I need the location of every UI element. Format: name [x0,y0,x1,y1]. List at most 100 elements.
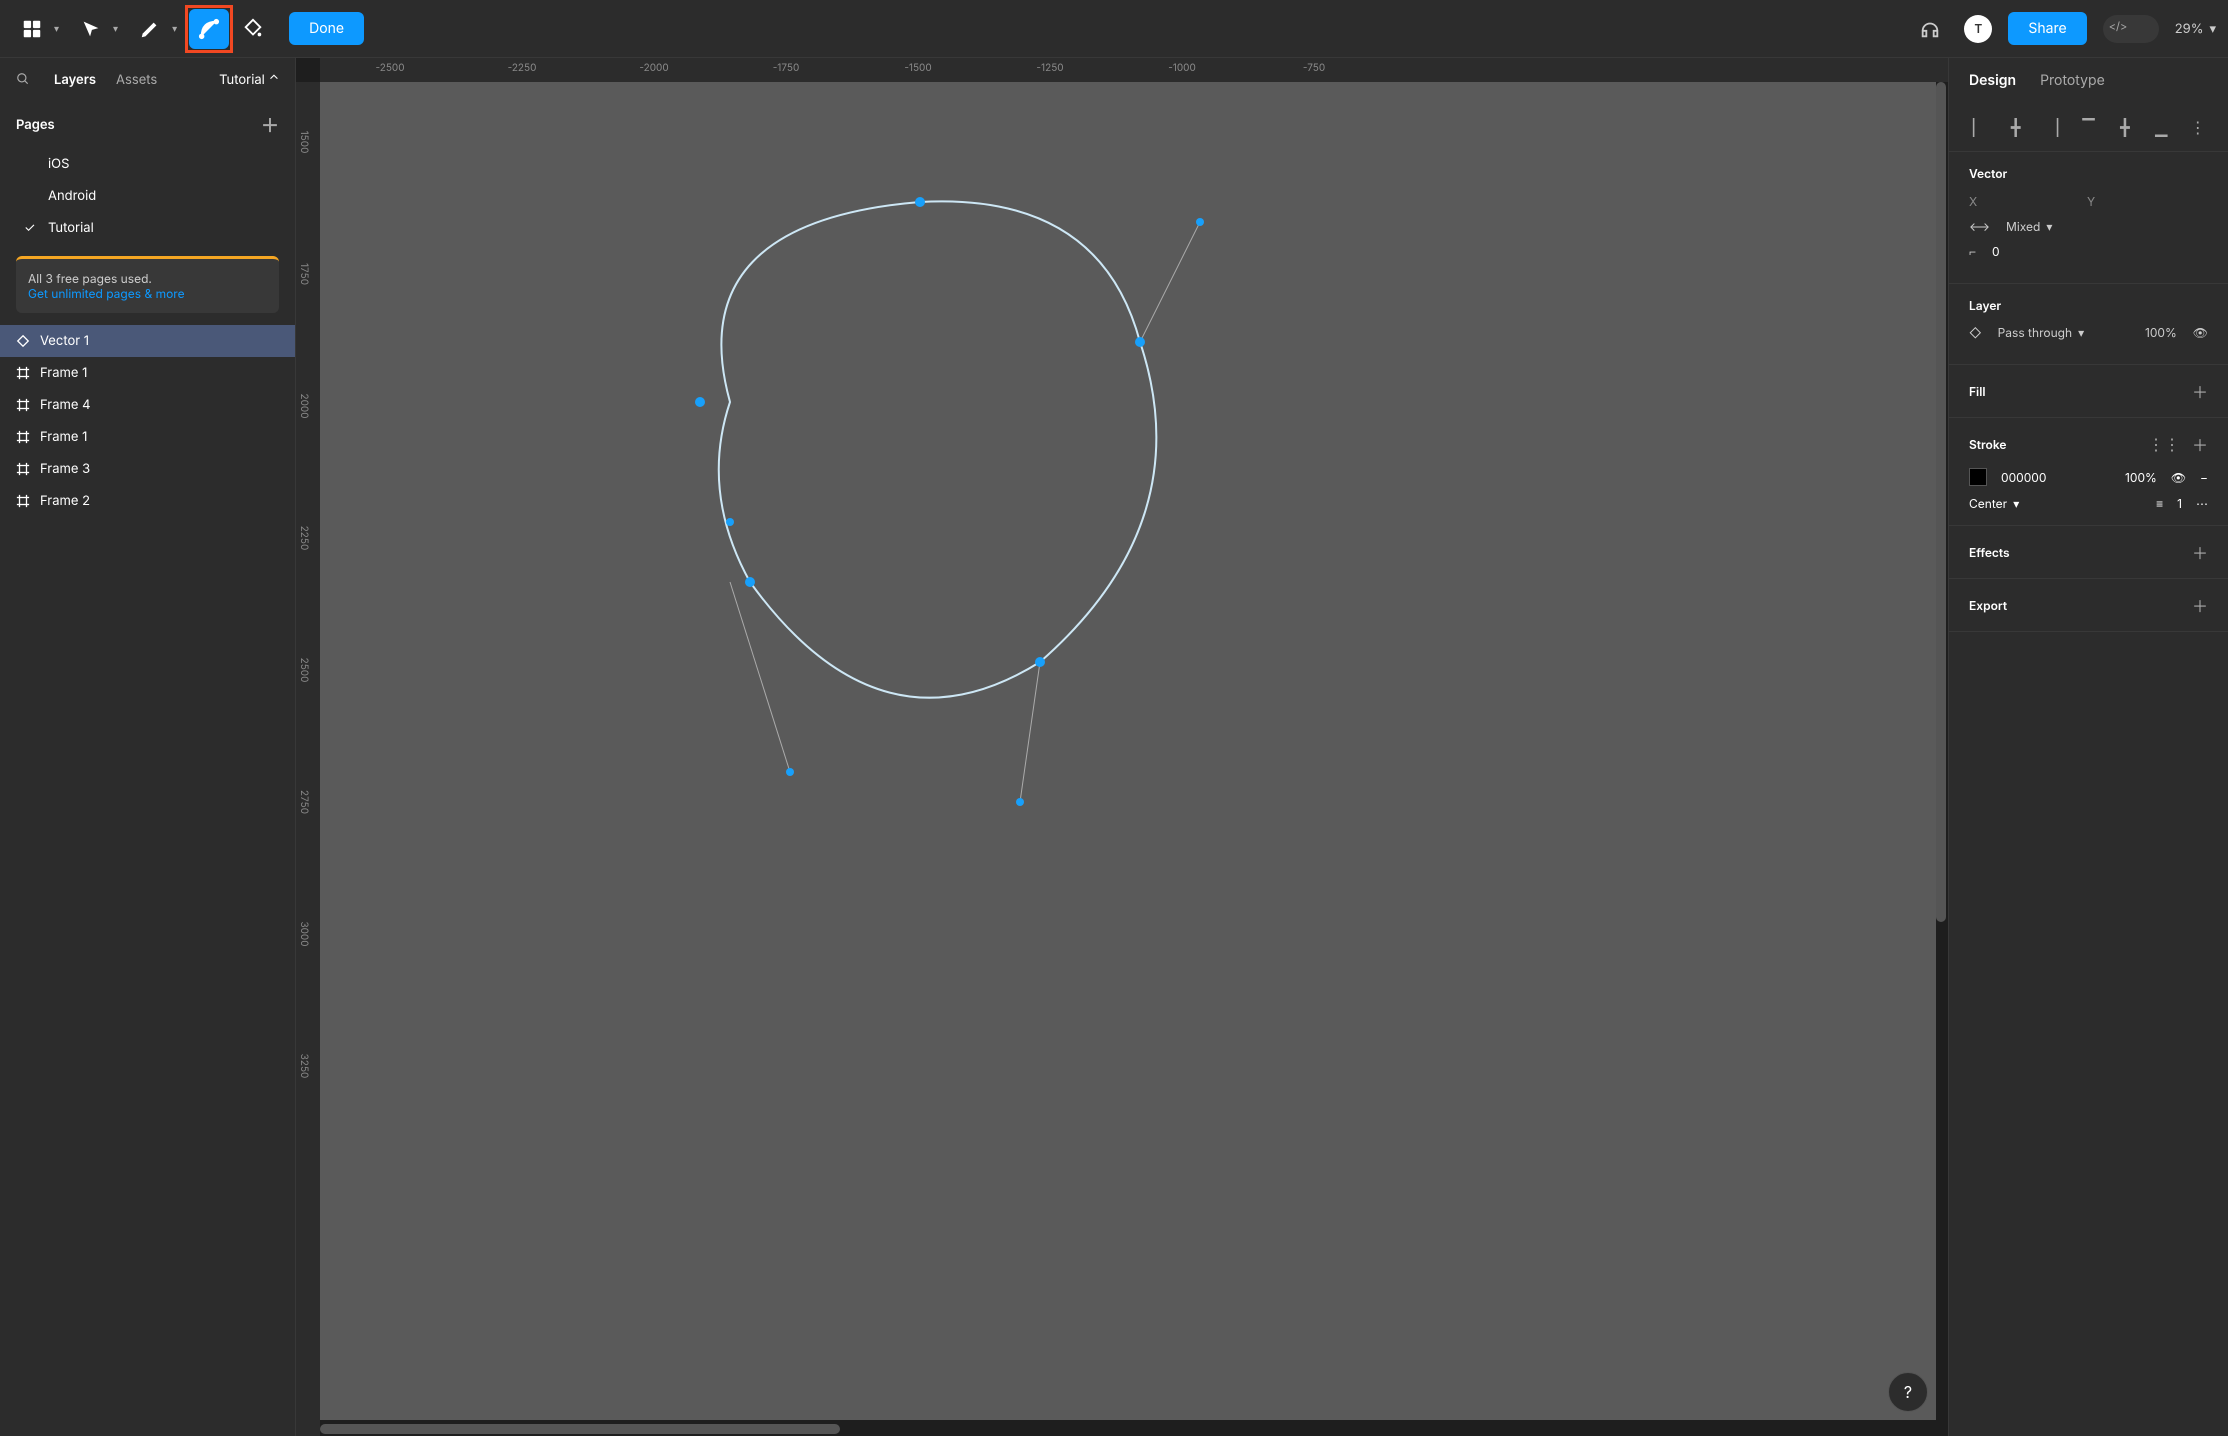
layer-name: Frame 4 [40,397,91,413]
chevron-down-icon: ▾ [2209,21,2216,37]
align-center-h-button[interactable]: ╋ [2001,111,2029,143]
move-tool-chevron-icon[interactable]: ▾ [113,23,118,35]
frame-icon [16,462,30,476]
anchor-point[interactable] [1035,657,1045,667]
tab-prototype[interactable]: Prototype [2040,72,2105,89]
layer-item[interactable]: Frame 3 [0,453,295,485]
constraint-dropdown[interactable]: Mixed ▾ [2006,219,2052,234]
stroke-opacity-input[interactable]: 100% [2125,470,2157,485]
layer-item[interactable]: Frame 1 [0,357,295,389]
help-button[interactable]: ? [1888,1372,1928,1412]
y-input[interactable] [2119,193,2189,209]
file-name-dropdown[interactable]: Tutorial ⌃ [219,72,279,88]
chevron-down-icon: ▾ [2046,219,2052,234]
upgrade-text: All 3 free pages used. [28,271,267,286]
handle-point[interactable] [726,518,734,526]
handle-point[interactable] [786,768,794,776]
align-top-button[interactable]: ▔ [2074,111,2102,143]
remove-stroke-button[interactable]: − [2200,470,2208,485]
add-fill-button[interactable]: ＋ [2192,379,2208,403]
bend-tool-button[interactable] [189,9,229,49]
top-toolbar: ▾ ▾ ▾ Done T Share 29% ▾ [0,0,2228,58]
avatar[interactable]: T [1964,15,1992,43]
anchor-point[interactable] [695,397,705,407]
stroke-style-button[interactable]: ⋮⋮ [2148,434,2180,454]
stroke-weight-input[interactable]: 1 [2177,496,2182,511]
layer-item[interactable]: Frame 4 [0,389,295,421]
x-input[interactable] [2001,193,2071,209]
layer-name: Frame 3 [40,461,90,477]
right-panel: Design Prototype ▏ ╋ ▕ ▔ ╋ ▁ ⋮ Vector X … [1948,58,2228,1436]
stroke-position-dropdown[interactable]: Center ▾ [1969,496,2019,511]
main-menu-chevron-icon[interactable]: ▾ [54,23,59,35]
ruler-tick: -2500 [375,62,404,74]
tab-design[interactable]: Design [1969,72,2016,89]
frame-icon [16,366,30,380]
align-right-button[interactable]: ▕ [2038,111,2066,143]
audio-button[interactable] [1912,11,1948,47]
ruler-tick: -1000 [1168,62,1196,74]
canvas[interactable] [320,82,1936,1420]
vector-section-title: Vector [1969,166,2208,181]
main-menu-button[interactable] [12,9,52,49]
stroke-color-swatch[interactable] [1969,468,1987,486]
add-effect-button[interactable]: ＋ [2192,540,2208,564]
stroke-visibility-toggle[interactable]: 👁 [2171,470,2186,485]
done-button[interactable]: Done [289,12,364,45]
ruler-tick: -1750 [773,62,800,74]
tab-assets[interactable]: Assets [116,72,157,88]
share-button[interactable]: Share [2008,12,2086,45]
layer-opacity-input[interactable]: 100% [2145,325,2177,340]
layer-item[interactable]: Vector 1 [0,325,295,357]
ruler-horizontal: -2500-2250-2000-1750-1500-1250-1000-750 [320,58,1948,82]
frame-icon [16,494,30,508]
corner-radius-input[interactable]: 0 [1992,244,2000,259]
stroke-advanced-button[interactable]: ⋯ [2196,496,2208,511]
align-center-v-button[interactable]: ╋ [2111,111,2139,143]
paint-bucket-tool-button[interactable] [233,9,273,49]
search-icon[interactable] [16,70,30,90]
add-stroke-button[interactable]: ＋ [2192,432,2208,456]
dev-mode-toggle[interactable] [2103,15,2159,43]
layer-section-title: Layer [1969,298,2208,313]
left-panel: Layers Assets Tutorial ⌃ Pages ＋ iOS And… [0,58,296,1436]
distribute-button[interactable]: ⋮ [2184,111,2212,143]
layer-item[interactable]: Frame 2 [0,485,295,517]
layer-name: Frame 1 [40,429,87,445]
pen-tool-chevron-icon[interactable]: ▾ [172,23,177,35]
page-item-tutorial[interactable]: Tutorial [0,212,295,244]
effects-section-title: Effects [1969,545,2010,560]
canvas-area[interactable]: -2500-2250-2000-1750-1500-1250-1000-750 … [296,58,1948,1436]
anchor-point[interactable] [745,577,755,587]
ruler-tick: 3250 [298,1054,310,1079]
tab-layers[interactable]: Layers [54,72,96,88]
chevron-down-icon: ▾ [2078,325,2084,340]
zoom-dropdown[interactable]: 29% ▾ [2175,21,2216,37]
align-bottom-button[interactable]: ▁ [2147,111,2175,143]
handle-point[interactable] [1196,218,1204,226]
handle-point[interactable] [1016,798,1024,806]
corner-radius-icon: ⌐ [1969,244,1976,259]
page-item-android[interactable]: Android [0,180,295,212]
scrollbar-horizontal[interactable] [320,1424,840,1434]
page-item-ios[interactable]: iOS [0,148,295,180]
visibility-toggle[interactable]: 👁 [2193,325,2208,340]
blend-mode-dropdown[interactable]: Pass through ▾ [1998,325,2085,340]
align-left-button[interactable]: ▏ [1965,111,1993,143]
fill-section-title: Fill [1969,384,1985,399]
frame-icon [16,398,30,412]
pen-tool-button[interactable] [130,9,170,49]
anchor-point[interactable] [1135,337,1145,347]
scrollbar-vertical[interactable] [1936,82,1946,922]
upgrade-link[interactable]: Get unlimited pages & more [28,286,185,301]
anchor-point[interactable] [915,197,925,207]
stroke-weight-icon: ≡ [2156,496,2163,511]
upgrade-banner: All 3 free pages used. Get unlimited pag… [16,256,279,313]
add-export-button[interactable]: ＋ [2192,593,2208,617]
stroke-hex-input[interactable]: 000000 [2001,470,2046,485]
layer-item[interactable]: Frame 1 [0,421,295,453]
ruler-tick: -750 [1303,62,1325,74]
add-page-button[interactable]: ＋ [261,112,279,138]
vector-shape[interactable] [500,142,1220,862]
move-tool-button[interactable] [71,9,111,49]
